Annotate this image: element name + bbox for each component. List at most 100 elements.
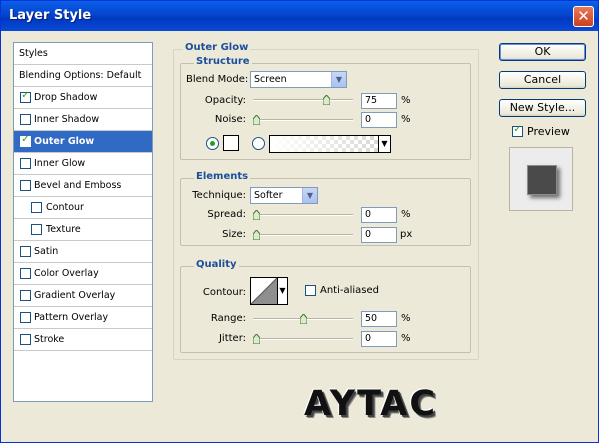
close-icon: ✕ <box>577 7 590 25</box>
color-overlay-item[interactable]: Color Overlay <box>14 263 152 285</box>
color-overlay-checkbox[interactable] <box>20 268 31 279</box>
drop-shadow-label: Drop Shadow <box>34 92 98 103</box>
styles-header-label: Styles <box>19 48 48 59</box>
pattern-overlay-checkbox[interactable] <box>20 312 31 323</box>
check-icon: ✓ <box>21 90 30 101</box>
color-overlay-label: Color Overlay <box>34 268 99 279</box>
styles-list: Styles Blending Options: Default ✓ Drop … <box>13 42 153 402</box>
anti-aliased-label: Anti-aliased <box>320 285 380 296</box>
noise-input[interactable]: 0 <box>361 112 397 128</box>
contour-item[interactable]: Contour <box>14 197 152 219</box>
texture-label: Texture <box>46 224 81 235</box>
technique-label: Technique: <box>192 190 246 201</box>
inner-glow-item[interactable]: Inner Glow <box>14 153 152 175</box>
anti-aliased-checkbox[interactable] <box>305 285 316 296</box>
opacity-slider-track <box>253 99 353 101</box>
glow-gradient-picker[interactable]: ▼ <box>269 135 391 153</box>
preview-label: Preview <box>527 125 570 138</box>
layer-style-dialog: Layer Style ✕ Styles Blending Options: D… <box>0 0 599 443</box>
new-style-button[interactable]: New Style... <box>499 99 586 117</box>
noise-slider[interactable] <box>253 115 353 125</box>
blend-mode-select[interactable]: Screen ▼ <box>250 71 347 88</box>
ok-button[interactable]: OK <box>499 43 586 61</box>
stroke-label: Stroke <box>34 334 65 345</box>
blend-mode-value: Screen <box>254 74 287 85</box>
spread-slider[interactable] <box>253 210 353 220</box>
opacity-slider-thumb[interactable] <box>322 95 330 105</box>
title-bar[interactable]: Layer Style ✕ <box>1 1 598 31</box>
close-button[interactable]: ✕ <box>573 6 594 27</box>
size-slider-thumb[interactable] <box>253 230 260 240</box>
inner-shadow-item[interactable]: Inner Shadow <box>14 109 152 131</box>
chevron-down-icon: ▼ <box>279 286 286 295</box>
drop-shadow-item[interactable]: ✓ Drop Shadow <box>14 87 152 109</box>
range-slider-thumb[interactable] <box>299 314 307 324</box>
bevel-emboss-item[interactable]: Bevel and Emboss <box>14 175 152 197</box>
check-icon: ✓ <box>21 134 30 145</box>
texture-checkbox[interactable] <box>31 224 42 235</box>
jitter-slider-track <box>253 338 353 340</box>
technique-select[interactable]: Softer ▼ <box>250 187 318 204</box>
opacity-unit: % <box>401 95 411 106</box>
gradient-radio[interactable] <box>252 137 265 150</box>
jitter-slider-thumb[interactable] <box>253 334 260 344</box>
gradient-overlay-label: Gradient Overlay <box>34 290 116 301</box>
pattern-overlay-label: Pattern Overlay <box>34 312 109 323</box>
styles-header[interactable]: Styles <box>14 43 152 65</box>
texture-item[interactable]: Texture <box>14 219 152 241</box>
jitter-slider[interactable] <box>253 334 353 344</box>
opacity-slider[interactable] <box>253 95 353 105</box>
chevron-down-icon: ▼ <box>331 72 346 87</box>
outer-glow-label: Outer Glow <box>34 136 95 147</box>
cancel-button[interactable]: Cancel <box>499 71 586 89</box>
range-input[interactable]: 50 <box>361 311 397 327</box>
blend-mode-label: Blend Mode: <box>186 74 249 85</box>
outer-glow-item[interactable]: ✓ Outer Glow <box>14 131 152 153</box>
blending-options-item[interactable]: Blending Options: Default <box>14 65 152 87</box>
contour-checkbox[interactable] <box>31 202 42 213</box>
noise-slider-track <box>253 119 353 121</box>
opacity-input[interactable]: 75 <box>361 93 397 109</box>
gradient-overlay-checkbox[interactable] <box>20 290 31 301</box>
outer-glow-title: Outer Glow <box>183 42 251 53</box>
satin-checkbox[interactable] <box>20 246 31 257</box>
size-unit: px <box>400 229 413 240</box>
quality-title: Quality <box>194 259 239 270</box>
spread-input[interactable]: 0 <box>361 207 397 223</box>
size-input[interactable]: 0 <box>361 227 397 243</box>
contour-dropdown[interactable]: ▼ <box>278 277 288 305</box>
stroke-item[interactable]: Stroke <box>14 329 152 351</box>
noise-label: Noise: <box>214 114 246 125</box>
spread-slider-track <box>253 214 353 216</box>
noise-slider-thumb[interactable] <box>253 115 260 125</box>
gradient-overlay-item[interactable]: Gradient Overlay <box>14 285 152 307</box>
contour-preview[interactable] <box>250 277 278 305</box>
opacity-label: Opacity: <box>204 95 246 106</box>
radio-selected-dot <box>210 141 215 146</box>
outer-glow-checkbox[interactable]: ✓ <box>20 134 31 147</box>
jitter-input[interactable]: 0 <box>361 331 397 347</box>
chevron-down-icon: ▼ <box>302 188 317 203</box>
bevel-emboss-checkbox[interactable] <box>20 180 31 191</box>
color-radio[interactable] <box>206 137 219 150</box>
jitter-label: Jitter: <box>218 333 246 344</box>
drop-shadow-checkbox[interactable]: ✓ <box>20 90 31 103</box>
stroke-checkbox[interactable] <box>20 334 31 345</box>
structure-title: Structure <box>194 56 252 67</box>
window-title: Layer Style <box>9 8 92 23</box>
satin-label: Satin <box>34 246 59 257</box>
contour-curve-icon <box>251 278 277 304</box>
blending-options-label: Blending Options: Default <box>19 70 142 81</box>
inner-shadow-checkbox[interactable] <box>20 114 31 125</box>
glow-color-swatch[interactable] <box>223 135 239 151</box>
inner-glow-checkbox[interactable] <box>20 158 31 169</box>
style-preview-swatch <box>527 165 557 195</box>
pattern-overlay-item[interactable]: Pattern Overlay <box>14 307 152 329</box>
spread-slider-thumb[interactable] <box>253 210 260 220</box>
elements-title: Elements <box>194 171 251 182</box>
technique-value: Softer <box>254 190 283 201</box>
range-slider[interactable] <box>253 314 353 324</box>
preview-checkbox[interactable]: ✓ <box>512 124 523 137</box>
satin-item[interactable]: Satin <box>14 241 152 263</box>
size-slider[interactable] <box>253 230 353 240</box>
